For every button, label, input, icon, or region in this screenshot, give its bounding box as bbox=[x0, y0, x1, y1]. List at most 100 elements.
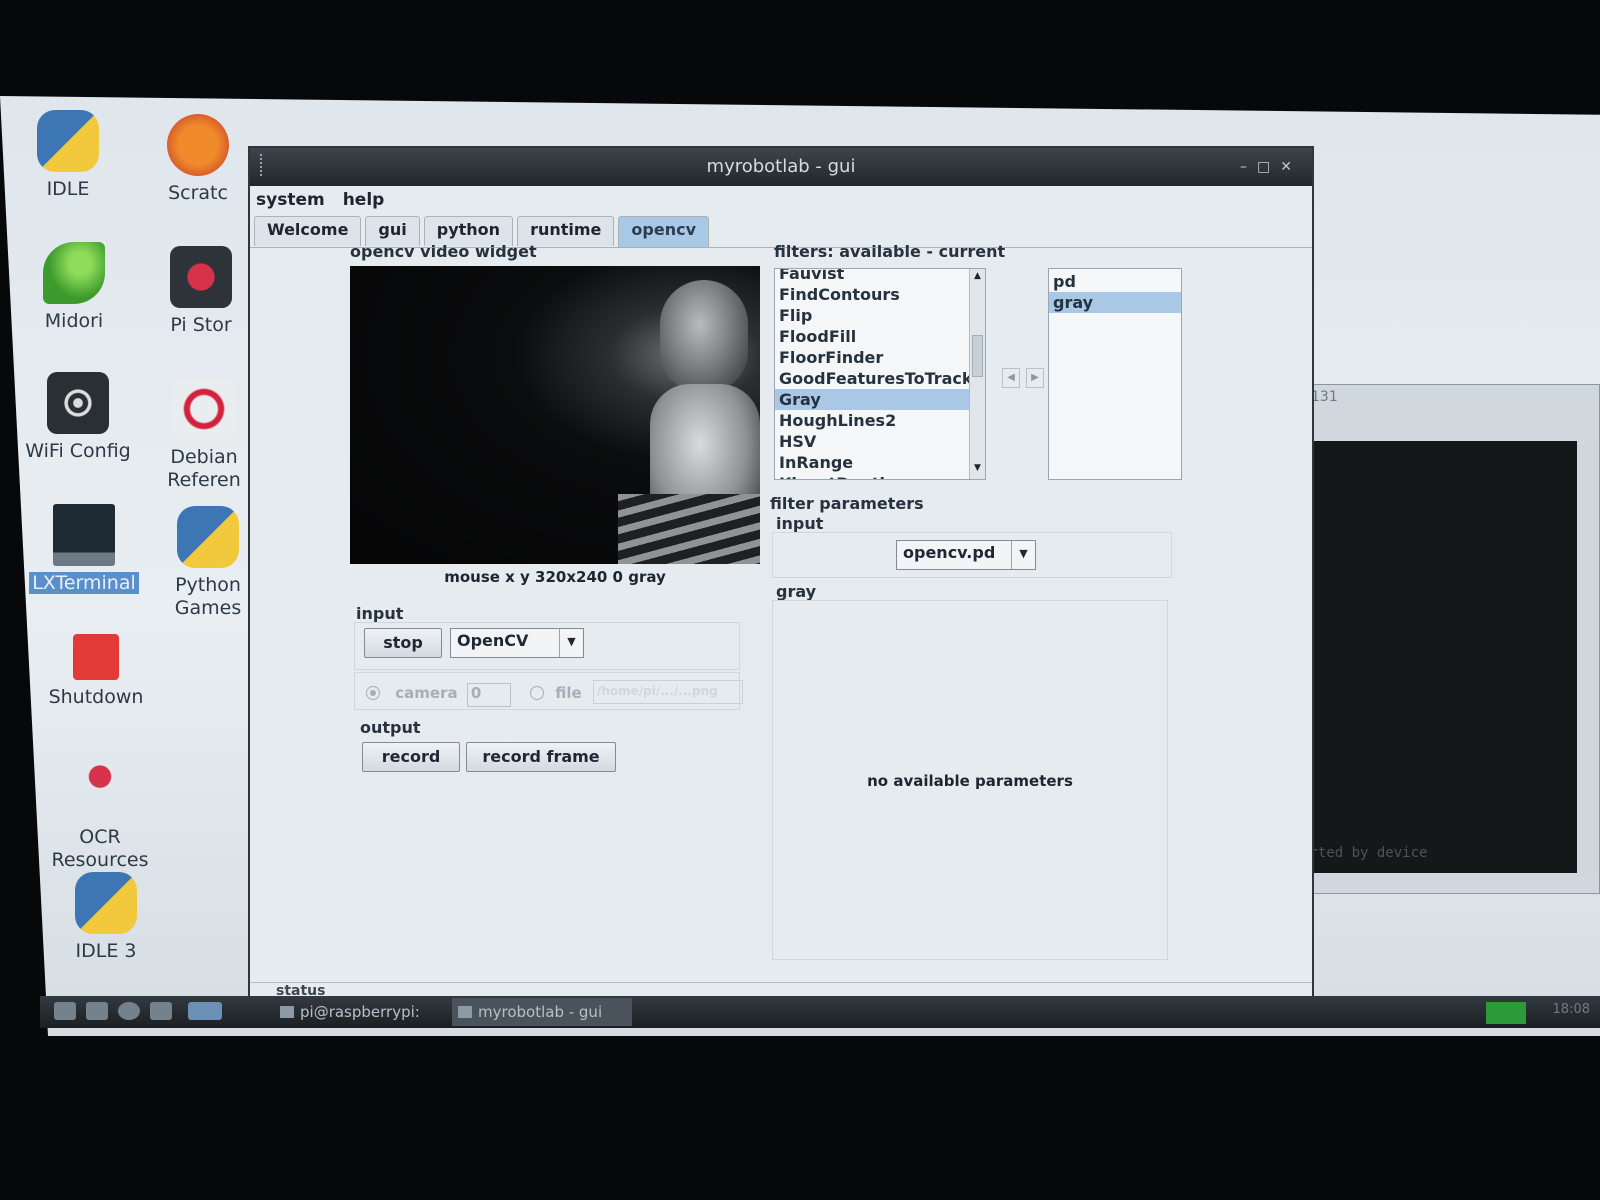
desktop-icon-lxterminal[interactable]: LXTerminal bbox=[24, 504, 144, 595]
desktop-icon-debian-reference[interactable]: Debian Referen bbox=[160, 378, 248, 492]
available-filter-item[interactable]: FindContours bbox=[775, 284, 969, 305]
current-filter-item[interactable]: gray bbox=[1049, 292, 1181, 313]
desktop-icon-label: Debian Referen bbox=[167, 446, 241, 491]
filters-scrollbar[interactable]: ▲ ▼ bbox=[969, 269, 985, 479]
debian-reference-icon bbox=[173, 378, 235, 440]
myrobotlab-window[interactable]: myrobotlab - gui –□✕ system help Welcome… bbox=[248, 146, 1314, 1004]
current-filter-item[interactable]: pd bbox=[1049, 271, 1181, 292]
available-filter-item[interactable]: FloodFill bbox=[775, 326, 969, 347]
menu-system[interactable]: system bbox=[256, 190, 325, 212]
terminal-scrollbar[interactable] bbox=[1577, 441, 1599, 873]
file-path-field[interactable]: /home/pi/.../...png bbox=[592, 680, 743, 704]
camera-index-select[interactable]: 0 bbox=[466, 683, 511, 707]
browser-icon[interactable] bbox=[118, 1002, 140, 1020]
file-radio[interactable] bbox=[530, 686, 545, 700]
close-icon[interactable]: ✕ bbox=[1280, 159, 1302, 175]
python-icon bbox=[37, 110, 99, 172]
available-filter-item[interactable]: GoodFeaturesToTrack bbox=[775, 368, 973, 389]
available-filter-item[interactable]: Flip bbox=[775, 305, 969, 326]
filters-title: filters: available - current bbox=[774, 242, 1006, 261]
desktop-icon-ocr-resources[interactable]: OCR Resources bbox=[40, 758, 160, 872]
input-group-title: input bbox=[356, 604, 404, 623]
no-parameters-message: no available parameters bbox=[867, 772, 1073, 790]
desktop-icon-idle3[interactable]: IDLE 3 bbox=[46, 872, 166, 963]
output-group-title: output bbox=[360, 718, 421, 737]
scroll-up-icon[interactable]: ▲ bbox=[970, 271, 985, 285]
available-filter-item[interactable]: KinectDepth bbox=[775, 473, 969, 479]
parameters-input-select[interactable]: opencv.pd ▼ bbox=[896, 540, 1036, 570]
available-filter-item[interactable]: FloorFinder bbox=[775, 347, 969, 368]
move-right-icon[interactable]: ▶ bbox=[1026, 368, 1044, 388]
desktop-icon-idle[interactable]: IDLE bbox=[8, 110, 128, 201]
available-filter-item[interactable]: InRange bbox=[775, 452, 969, 473]
taskbar: pi@raspberrypi: myrobotlab - gui 18:08 bbox=[40, 996, 1600, 1028]
terminal-icon bbox=[280, 1006, 294, 1018]
maximize-icon[interactable]: □ bbox=[1257, 159, 1280, 175]
video-display[interactable] bbox=[350, 266, 760, 564]
video-pane: opencv video widget mouse x y 320x240 0 … bbox=[350, 242, 760, 982]
scroll-thumb[interactable] bbox=[972, 335, 983, 377]
task-myrobotlab[interactable]: myrobotlab - gui bbox=[452, 998, 632, 1026]
desktop-icon-label: Pi Stor bbox=[170, 314, 232, 336]
show-desktop-icon[interactable] bbox=[150, 1002, 172, 1020]
shutdown-icon bbox=[73, 634, 119, 680]
task-label: pi@raspberrypi: bbox=[300, 1003, 420, 1021]
camera-label: camera bbox=[395, 684, 458, 702]
ocr-icon bbox=[69, 758, 131, 820]
menubar: system help bbox=[250, 186, 1312, 216]
desktop-icon-pi-store[interactable]: Pi Stor bbox=[156, 246, 246, 337]
mouse-info-label: mouse x y 320x240 0 gray bbox=[444, 568, 666, 586]
cpu-monitor-icon[interactable] bbox=[1486, 1002, 1526, 1024]
desktop-icon-label: OCR Resources bbox=[51, 826, 149, 871]
desktop-icon-label: Scratc bbox=[168, 182, 228, 204]
available-filter-item[interactable]: Gray bbox=[775, 389, 969, 410]
input-source-select[interactable]: OpenCV ▼ bbox=[450, 628, 584, 658]
python3-icon bbox=[75, 872, 137, 934]
desktop-icon-shutdown[interactable]: Shutdown bbox=[36, 634, 156, 709]
background-terminal-window[interactable]: 131 orted by device bbox=[1300, 384, 1600, 894]
tab-welcome[interactable]: Welcome bbox=[254, 216, 362, 246]
move-left-icon[interactable]: ◀ bbox=[1002, 368, 1020, 388]
clock[interactable]: 18:08 bbox=[1553, 1002, 1590, 1017]
scroll-down-icon[interactable]: ▼ bbox=[970, 463, 985, 477]
filters-pane: filters: available - current Fauvist Find… bbox=[770, 242, 1190, 982]
available-filters-list[interactable]: Fauvist FindContours Flip FloodFill FloorFin… bbox=[774, 268, 986, 480]
filter-parameters-title: filter parameters bbox=[770, 494, 924, 513]
terminal-text: orted by device bbox=[1301, 845, 1428, 861]
workspace-icon[interactable] bbox=[188, 1002, 222, 1020]
camera-index-value: 0 bbox=[470, 684, 482, 702]
record-button[interactable]: record bbox=[362, 742, 460, 772]
task-terminal[interactable]: pi@raspberrypi: bbox=[274, 998, 446, 1026]
desktop-icon-scratch[interactable]: Scratc bbox=[150, 114, 246, 205]
camera-radio[interactable] bbox=[366, 686, 380, 700]
record-frame-button[interactable]: record frame bbox=[466, 742, 616, 772]
scratch-icon bbox=[167, 114, 229, 176]
current-filters-list[interactable]: pd gray bbox=[1048, 268, 1182, 480]
window-menu-grip[interactable] bbox=[260, 154, 264, 176]
desktop-icon-wifi-config[interactable]: WiFi Config bbox=[18, 372, 138, 463]
java-icon bbox=[458, 1006, 472, 1018]
desktop-icon-python-games[interactable]: Python Games bbox=[168, 506, 248, 620]
wifi-config-icon bbox=[47, 372, 109, 434]
video-subject-shirt bbox=[618, 494, 760, 564]
file-manager-icon[interactable] bbox=[86, 1002, 108, 1020]
task-label: myrobotlab - gui bbox=[478, 1003, 603, 1021]
available-filter-item[interactable]: Fauvist bbox=[775, 269, 969, 284]
video-widget-title: opencv video widget bbox=[350, 242, 537, 261]
stop-button[interactable]: stop bbox=[364, 628, 442, 658]
desktop-icon-midori[interactable]: Midori bbox=[14, 242, 134, 333]
window-title: myrobotlab - gui bbox=[706, 156, 856, 177]
minimize-icon[interactable]: – bbox=[1240, 159, 1257, 175]
desktop-icon-label: Shutdown bbox=[48, 686, 144, 708]
window-titlebar[interactable]: myrobotlab - gui –□✕ bbox=[250, 148, 1312, 186]
start-menu-icon[interactable] bbox=[54, 1002, 76, 1020]
window-controls[interactable]: –□✕ bbox=[1240, 148, 1302, 186]
available-filter-item[interactable]: HoughLines2 bbox=[775, 410, 969, 431]
midori-icon bbox=[43, 242, 105, 304]
parameters-input-value: opencv.pd bbox=[903, 543, 996, 562]
terminal-output[interactable]: orted by device bbox=[1301, 441, 1577, 873]
available-filter-item[interactable]: HSV bbox=[775, 431, 969, 452]
parameters-input-label: input bbox=[776, 514, 824, 533]
menu-help[interactable]: help bbox=[343, 190, 385, 212]
tab-opencv[interactable]: opencv bbox=[618, 216, 709, 248]
